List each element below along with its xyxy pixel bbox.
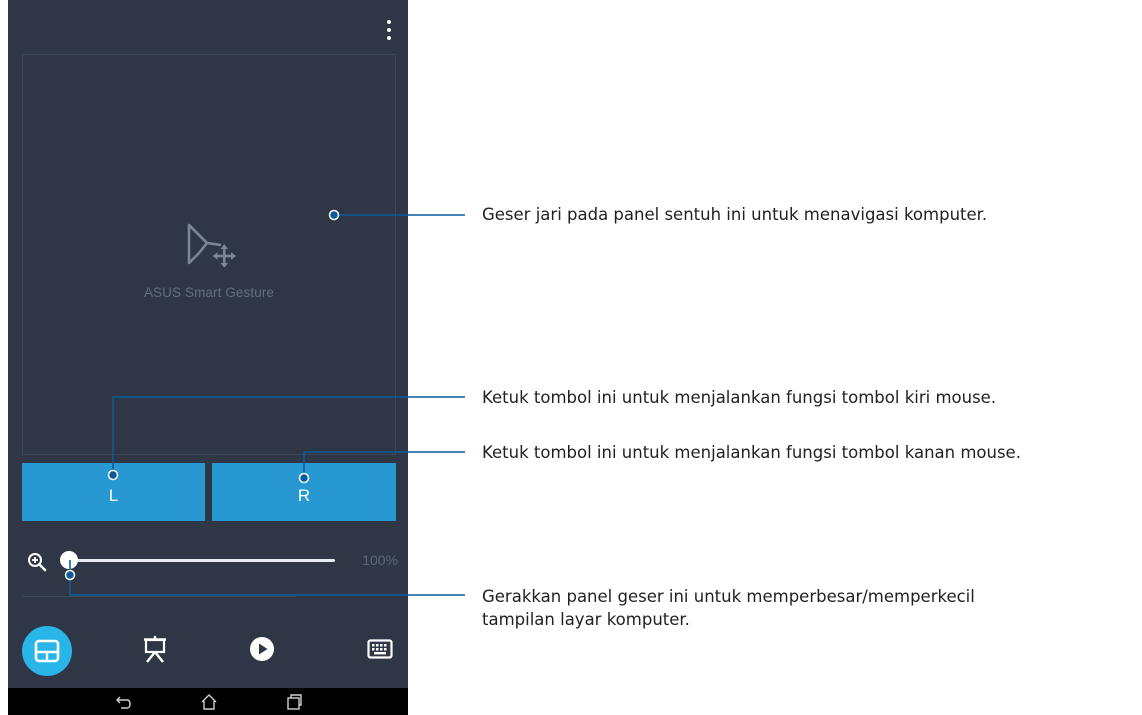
back-button[interactable] xyxy=(114,692,134,712)
recent-apps-icon xyxy=(287,694,302,710)
overflow-menu-icon[interactable] xyxy=(383,20,395,40)
tab-touchpad[interactable] xyxy=(22,626,72,676)
tab-presentation[interactable] xyxy=(130,624,180,674)
divider xyxy=(22,596,296,597)
zoom-slider-thumb[interactable] xyxy=(60,551,78,569)
callout-zoom-line-2: tampilan layar komputer. xyxy=(482,610,690,629)
touchpad-icon xyxy=(34,639,60,663)
callout-zoom-line-1: Gerakkan panel geser ini untuk memperbes… xyxy=(482,587,975,606)
zoom-in-icon xyxy=(28,553,47,572)
home-icon xyxy=(201,694,217,710)
right-mouse-button[interactable]: R xyxy=(212,463,396,521)
presentation-icon xyxy=(144,636,166,663)
left-mouse-button[interactable]: L xyxy=(22,463,205,521)
callout-left-button-text: Ketuk tombol ini untuk menjalankan fungs… xyxy=(482,388,997,407)
cursor-move-icon xyxy=(187,223,236,267)
recent-apps-button[interactable] xyxy=(284,692,304,712)
smart-gesture-screen: ASUS Smart Gesture L R 100% xyxy=(8,0,408,715)
zoom-slider-track[interactable] xyxy=(70,559,335,562)
zoom-value: 100% xyxy=(362,552,398,568)
android-nav-bar xyxy=(8,688,408,715)
tab-media[interactable] xyxy=(237,624,287,674)
back-icon xyxy=(116,696,131,709)
callout-right-button-text: Ketuk tombol ini untuk menjalankan fungs… xyxy=(482,443,1021,462)
home-button[interactable] xyxy=(199,692,219,712)
callout-touchpad-text: Geser jari pada panel sentuh ini untuk m… xyxy=(482,205,988,224)
callout-zoom-text: Gerakkan panel geser ini untuk memperbes… xyxy=(482,585,975,631)
touchpad-panel[interactable]: ASUS Smart Gesture xyxy=(22,54,396,455)
tab-keyboard[interactable] xyxy=(355,624,405,674)
play-icon xyxy=(250,637,274,661)
touchpad-label: ASUS Smart Gesture xyxy=(143,285,275,300)
keyboard-icon xyxy=(367,639,393,659)
